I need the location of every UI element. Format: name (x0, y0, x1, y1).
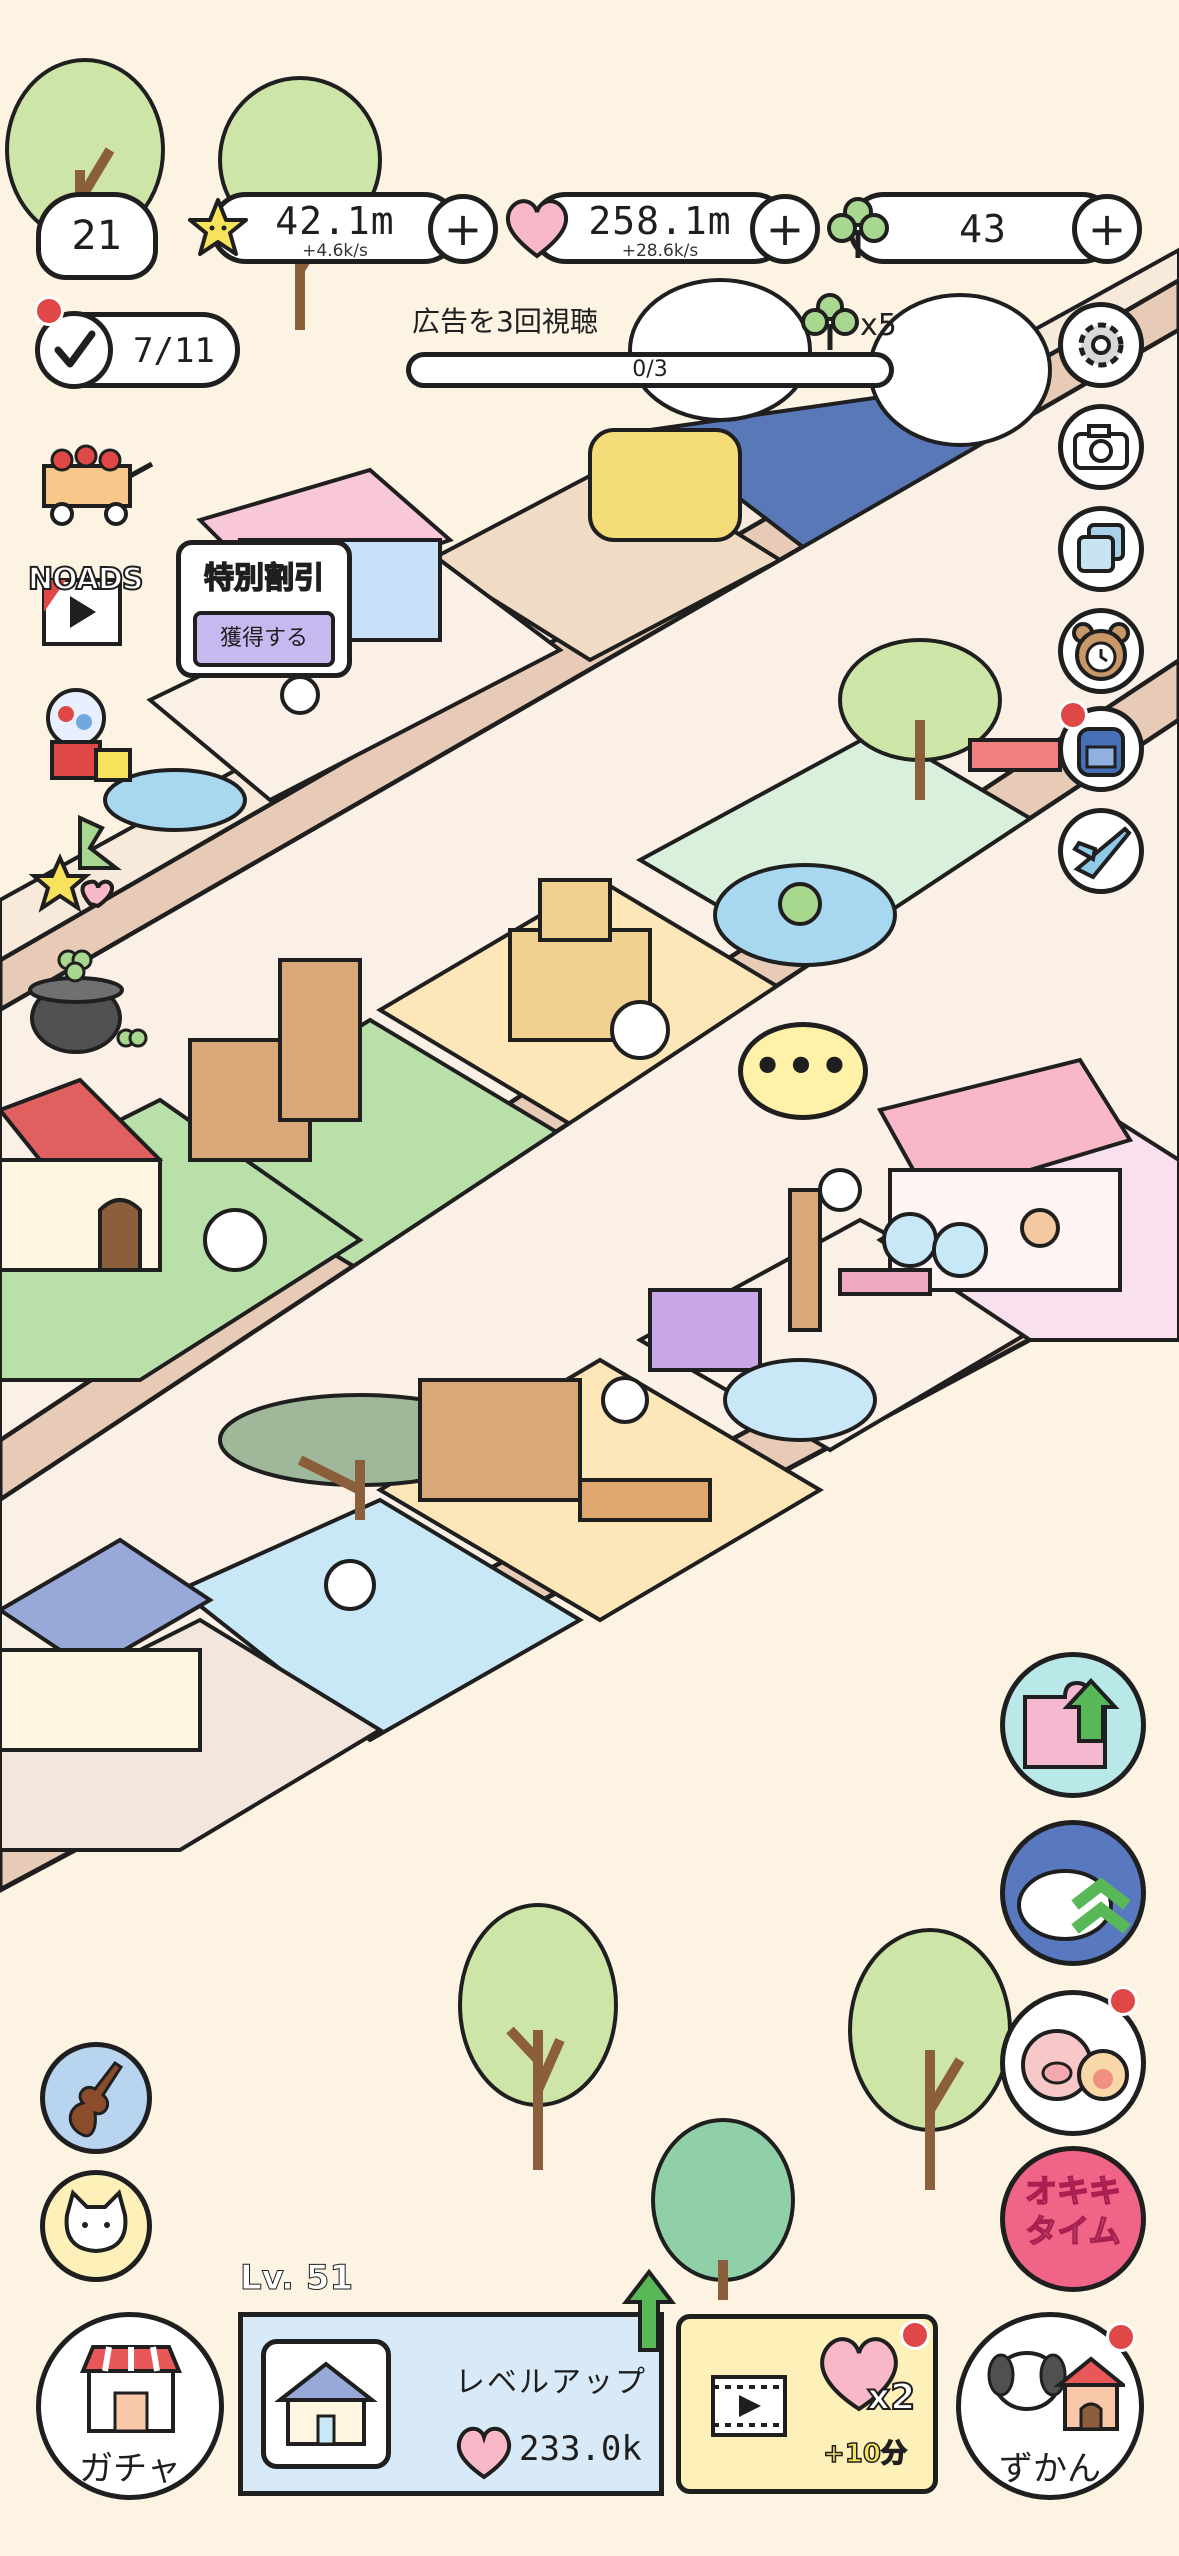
noads-label: NOADS (27, 561, 145, 598)
add-clovers-button[interactable]: + (1072, 194, 1142, 264)
okiki-time-button[interactable]: オキキ タイム (1000, 2146, 1146, 2292)
town-level-label: Lv. 51 (239, 2258, 354, 2299)
shop-stall-icon (80, 2345, 182, 2433)
player-level-badge[interactable]: 21 (36, 192, 158, 280)
boost-button[interactable] (1000, 1820, 1146, 1966)
puzzle-upgrade-button[interactable] (1000, 1652, 1146, 1798)
settings-button[interactable] (1058, 302, 1144, 388)
ad-task-label: 広告を3回視聴 (412, 305, 598, 338)
level-up-label: レベルアップ (455, 2365, 647, 2400)
travel-button[interactable] (1058, 808, 1144, 894)
okiki-time-label: オキキ タイム (1024, 2171, 1122, 2251)
airplane-icon (1072, 826, 1132, 880)
star-icon (188, 198, 248, 256)
encyclopedia-label: ずかん (999, 2449, 1101, 2489)
layers-icon (1077, 523, 1125, 573)
cat-button[interactable] (40, 2170, 152, 2282)
puzzle-icon (1023, 1678, 1120, 1769)
clover-icon (827, 197, 889, 258)
watch-ad-boost-button[interactable]: x2 +10分 (676, 2314, 938, 2494)
upgrade-arrow-icon (622, 2268, 676, 2352)
speech-bubble[interactable]: ••• (738, 1022, 868, 1120)
star-house-icon (274, 2361, 378, 2446)
camera-button[interactable] (1058, 404, 1144, 490)
cart-icon[interactable] (36, 430, 156, 530)
bear-clock-button[interactable] (1058, 608, 1144, 694)
heart-icon (505, 199, 569, 259)
daily-tasks-button[interactable]: 7/11 (35, 311, 240, 389)
speech-dots: ••• (752, 1039, 854, 1093)
gear-icon (1078, 322, 1124, 368)
gacha-button[interactable]: ガチャ (36, 2312, 224, 2500)
gashapon-machine-icon[interactable] (36, 680, 136, 790)
tasks-progress: 7/11 (133, 331, 215, 371)
violin-icon (68, 2060, 124, 2138)
player-level-value: 21 (71, 213, 123, 259)
upgrade-stars-icon[interactable] (20, 808, 150, 928)
stars-value: 42.1m (275, 199, 395, 243)
claim-sale-button[interactable]: 獲得する (193, 611, 335, 667)
stars-rate: +4.6k/s (302, 241, 368, 261)
pig-notification-dot (1108, 1986, 1138, 2016)
ad-notification-dot (900, 2320, 930, 2350)
cauldron-icon[interactable] (16, 938, 156, 1058)
backpack-notification-dot (1058, 700, 1088, 730)
add-hearts-button[interactable]: + (750, 194, 820, 264)
special-sale-popup[interactable]: 特別割引 獲得する (176, 540, 352, 678)
double-up-arrow-icon (1017, 1869, 1131, 1941)
clover-reward-icon (801, 293, 859, 350)
bear-clock-icon (1072, 622, 1130, 681)
video-play-icon (711, 2375, 787, 2437)
game-screen: 21 42.1m +4.6k/s + 258.1m +28.6k/s + 43 … (0, 0, 1179, 2556)
special-sale-title: 特別割引 (203, 560, 325, 597)
house-thumbnail (261, 2339, 391, 2469)
music-button[interactable] (40, 2042, 152, 2154)
dog-house-icon (987, 2351, 1125, 2431)
add-stars-button[interactable]: + (428, 194, 498, 264)
gacha-label: ガチャ (79, 2449, 181, 2489)
level-up-button[interactable]: レベルアップ 233.0k (238, 2312, 664, 2496)
ad-task-progress-bar[interactable]: 0/3 (406, 352, 894, 388)
boost-duration: +10分 (822, 2438, 907, 2470)
ad-task-reward: x5 (860, 308, 897, 343)
encyclopedia-notification-dot (1106, 2322, 1136, 2352)
heart-cost-icon (456, 2426, 512, 2480)
camera-icon (1073, 424, 1129, 470)
level-up-cost: 233.0k (519, 2429, 642, 2469)
tasks-notification-dot (34, 296, 64, 326)
cat-face-icon (64, 2189, 128, 2254)
boost-multiplier: x2 (866, 2376, 916, 2419)
collection-button[interactable] (1058, 506, 1144, 592)
ad-task-progress: 0/3 (632, 357, 668, 382)
